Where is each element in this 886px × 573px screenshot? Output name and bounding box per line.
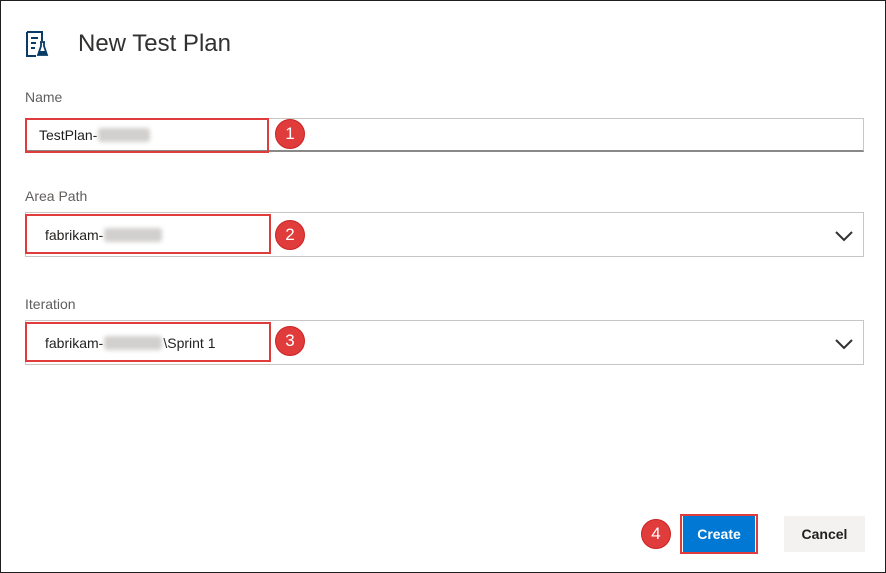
annotation-highlight-name xyxy=(25,118,269,153)
annotation-highlight-iteration xyxy=(25,322,271,362)
test-plan-icon xyxy=(23,29,49,59)
create-button[interactable]: Create xyxy=(683,516,755,552)
callout-badge-4: 4 xyxy=(641,519,671,549)
cancel-button[interactable]: Cancel xyxy=(784,516,865,552)
callout-badge-3: 3 xyxy=(275,326,305,356)
callout-badge-1: 1 xyxy=(275,119,305,149)
annotation-highlight-area-path xyxy=(25,214,271,254)
name-label: Name xyxy=(25,89,63,105)
area-path-label: Area Path xyxy=(25,188,88,204)
new-test-plan-dialog: New Test Plan Name TestPlan- Area Path f… xyxy=(0,0,886,573)
callout-badge-2: 2 xyxy=(275,220,305,250)
dialog-header: New Test Plan xyxy=(23,27,231,61)
dialog-title: New Test Plan xyxy=(78,30,231,57)
iteration-label: Iteration xyxy=(25,296,76,312)
chevron-down-icon xyxy=(835,229,853,241)
chevron-down-icon xyxy=(835,337,853,349)
